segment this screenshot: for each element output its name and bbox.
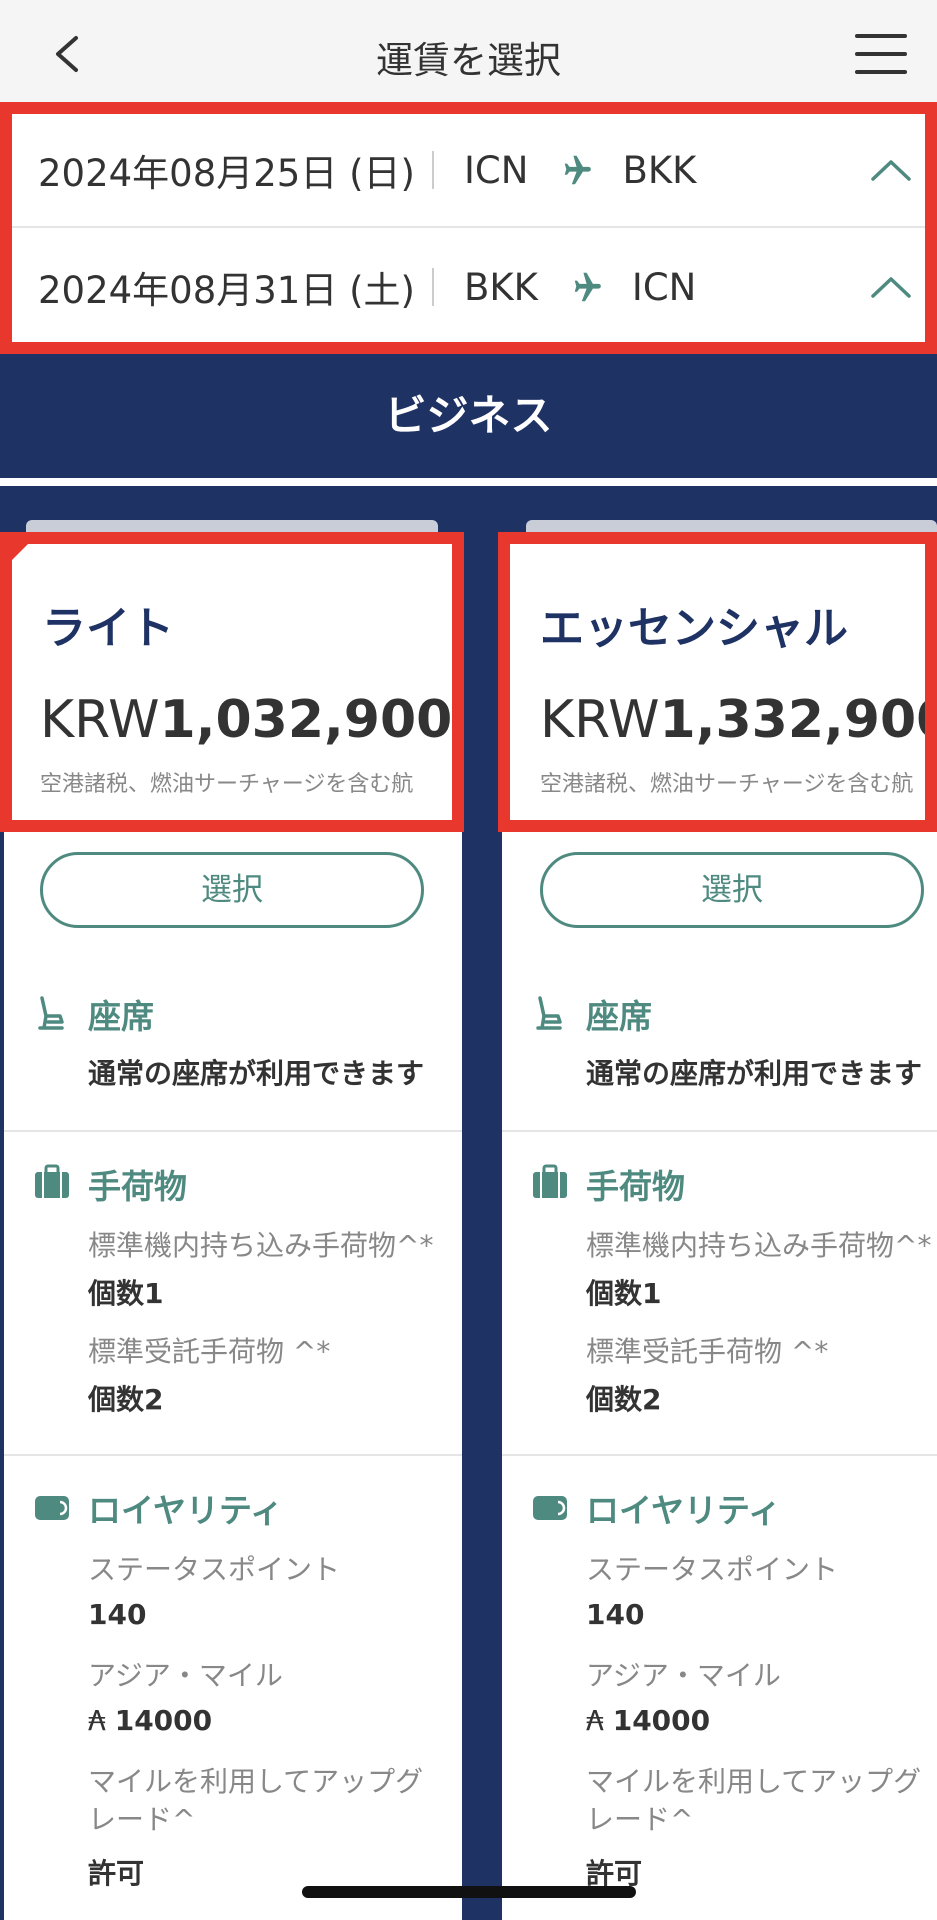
- loyalty-card-icon: [533, 1496, 567, 1520]
- flight-row-return[interactable]: 2024年08月31日 (土) BKK ICN: [12, 230, 925, 344]
- checked-bag-value: 個数2: [586, 1383, 662, 1416]
- flight-summary: 2024年08月25日 (日) ICN BKK 2024年08月31日 (土) …: [0, 102, 937, 354]
- status-points-label: ステータスポイント: [586, 1553, 839, 1586]
- flight-route: ICN BKK: [464, 149, 696, 192]
- carry-on-label: 標準機内持ち込み手荷物^*: [88, 1229, 434, 1262]
- highlight-box: [498, 532, 937, 832]
- carry-on-value: 個数1: [586, 1277, 662, 1310]
- select-button[interactable]: 選択: [540, 852, 924, 928]
- section-title: 座席: [88, 997, 154, 1036]
- seat-icon: [38, 996, 64, 1030]
- divider: [502, 1454, 937, 1456]
- status-points-label: ステータスポイント: [88, 1553, 341, 1586]
- baggage-icon: [533, 1164, 567, 1198]
- section-title: ロイヤリティ: [586, 1491, 782, 1530]
- flight-row-outbound[interactable]: 2024年08月25日 (日) ICN BKK: [12, 114, 925, 228]
- section-title: 手荷物: [586, 1167, 685, 1206]
- divider: [502, 1130, 937, 1132]
- asia-miles-value: ₳ 14000: [88, 1704, 213, 1737]
- seat-info: 通常の座席が利用できます: [586, 1057, 923, 1090]
- loyalty-card-icon: [35, 1496, 69, 1520]
- status-points-value: 140: [586, 1598, 645, 1631]
- plane-icon: [574, 272, 601, 302]
- asia-miles-label: アジア・マイル: [88, 1659, 283, 1692]
- upgrade-value: 許可: [88, 1857, 145, 1890]
- top-bar: 運賃を選択: [0, 0, 937, 102]
- divider: [432, 151, 434, 189]
- select-button[interactable]: 選択: [40, 852, 424, 928]
- seat-icon: [536, 996, 562, 1030]
- destination-code: ICN: [631, 265, 697, 309]
- hamburger-menu-icon[interactable]: [855, 34, 907, 78]
- home-indicator[interactable]: [302, 1886, 636, 1898]
- section-title: ロイヤリティ: [88, 1491, 284, 1530]
- baggage-icon: [35, 1164, 69, 1198]
- asia-miles-icon: ₳: [88, 1704, 115, 1737]
- status-points-value: 140: [88, 1598, 147, 1631]
- destination-code: BKK: [622, 148, 697, 192]
- asia-miles-value: ₳ 14000: [586, 1704, 711, 1737]
- upgrade-label: マイルを利用してアップグ: [88, 1765, 424, 1798]
- upgrade-label-cont: レード^: [586, 1803, 694, 1836]
- chevron-up-icon[interactable]: [869, 274, 913, 300]
- checked-bag-label: 標準受託手荷物 ^*: [586, 1335, 829, 1368]
- asia-miles-icon: ₳: [586, 1704, 613, 1737]
- flight-date: 2024年08月25日 (日): [38, 152, 415, 195]
- carry-on-value: 個数1: [88, 1277, 164, 1310]
- origin-code: BKK: [464, 265, 538, 309]
- carry-on-label: 標準機内持ち込み手荷物^*: [586, 1229, 932, 1262]
- origin-code: ICN: [464, 148, 529, 192]
- page-title: 運賃を選択: [376, 39, 561, 82]
- divider: [4, 1454, 462, 1456]
- section-title: 座席: [586, 997, 652, 1036]
- section-title: 手荷物: [88, 1167, 187, 1206]
- cabin-class-header: ビジネス: [0, 354, 937, 478]
- checked-bag-value: 個数2: [88, 1383, 164, 1416]
- upgrade-label: マイルを利用してアップグ: [586, 1765, 922, 1798]
- divider: [0, 478, 937, 486]
- upgrade-label-cont: レード^: [88, 1803, 196, 1836]
- highlight-box: [0, 532, 464, 832]
- flight-date: 2024年08月31日 (土): [38, 269, 415, 312]
- corner-marker: [12, 544, 28, 560]
- asia-miles-label: アジア・マイル: [586, 1659, 781, 1692]
- checked-bag-label: 標準受託手荷物 ^*: [88, 1335, 331, 1368]
- flight-route: BKK ICN: [464, 266, 696, 309]
- seat-info: 通常の座席が利用できます: [88, 1057, 425, 1090]
- chevron-up-icon[interactable]: [869, 157, 913, 183]
- plane-icon: [565, 155, 592, 185]
- divider: [4, 1130, 462, 1132]
- divider: [432, 268, 434, 306]
